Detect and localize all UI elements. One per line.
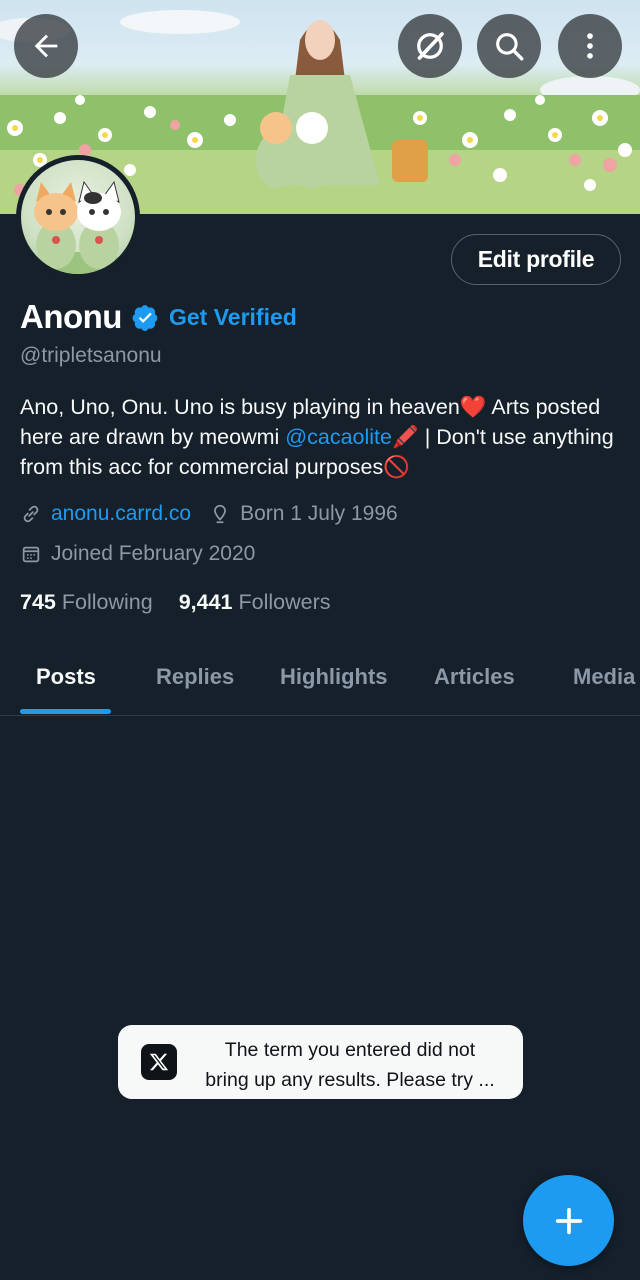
tab-posts[interactable]: Posts (36, 664, 96, 690)
followers-stat[interactable]: 9,441 Followers (179, 590, 331, 615)
back-button[interactable] (14, 14, 78, 78)
x-logo-icon (141, 1044, 177, 1080)
edit-profile-button[interactable]: Edit profile (451, 234, 621, 285)
bio-text: Ano, Uno, Onu. Uno is busy playing in he… (20, 395, 460, 419)
followers-count: 9,441 (178, 590, 233, 614)
following-count: 745 (20, 590, 56, 614)
display-name: Anonu (20, 298, 122, 335)
get-verified-link[interactable]: Get Verified (169, 304, 297, 331)
user-handle: @tripletsanonu (20, 344, 162, 367)
profile-name-row: Anonu Get Verified (20, 298, 297, 336)
following-stat[interactable]: 745 Following (20, 590, 153, 615)
link-icon (23, 505, 39, 523)
birthday-item: Born 1 July 1996 (209, 502, 398, 526)
profile-bio: Ano, Uno, Onu. Uno is busy playing in he… (20, 392, 620, 482)
profile-tabs: Posts Replies Highlights Articles Media (0, 640, 640, 716)
prohibited-emoji: 🚫 (383, 455, 411, 479)
joined-row: Joined February 2020 (20, 542, 255, 566)
more-vertical-icon (587, 33, 593, 59)
followers-label: Followers (238, 590, 331, 614)
crayon-emoji: 🖍️ (391, 425, 419, 449)
verified-badge-icon[interactable] (132, 304, 159, 331)
search-icon (496, 33, 524, 61)
more-options-button[interactable] (558, 14, 622, 78)
toast-message-line: bring up any results. Please try ... (205, 1069, 495, 1091)
website-item[interactable]: anonu.carrd.co (20, 502, 191, 526)
plus-icon (555, 1207, 582, 1234)
grok-button[interactable] (398, 14, 462, 78)
location-pin-icon (214, 504, 227, 524)
website-link[interactable]: anonu.carrd.co (51, 502, 191, 526)
heart-emoji: ❤️ (459, 395, 487, 419)
arrow-left-icon (34, 34, 58, 58)
joined-text: Joined February 2020 (51, 542, 256, 565)
compose-post-button[interactable] (523, 1175, 614, 1266)
toast-notification[interactable]: The term you entered did not bring up an… (118, 1025, 523, 1099)
birthday-text: Born 1 July 1996 (240, 502, 398, 525)
calendar-icon (22, 546, 40, 563)
tab-highlights[interactable]: Highlights (280, 664, 388, 690)
avatar-image (21, 160, 135, 274)
profile-avatar[interactable] (16, 155, 140, 279)
toast-message: The term you entered did not bring up an… (190, 1035, 510, 1095)
joined-item: Joined February 2020 (20, 542, 255, 566)
grok-icon (417, 32, 444, 60)
search-button[interactable] (477, 14, 541, 78)
active-tab-indicator (20, 709, 111, 714)
bio-mention-link[interactable]: @cacaolite (285, 425, 392, 449)
toast-message-line: The term you entered did not (224, 1039, 476, 1061)
tab-media[interactable]: Media (573, 664, 635, 690)
profile-meta-row: anonu.carrd.co Born 1 July 1996 (20, 502, 398, 526)
tab-articles[interactable]: Articles (434, 664, 515, 690)
follow-stats: 745 Following 9,441 Followers (20, 590, 331, 615)
following-label: Following (61, 590, 153, 614)
tab-replies[interactable]: Replies (156, 664, 234, 690)
